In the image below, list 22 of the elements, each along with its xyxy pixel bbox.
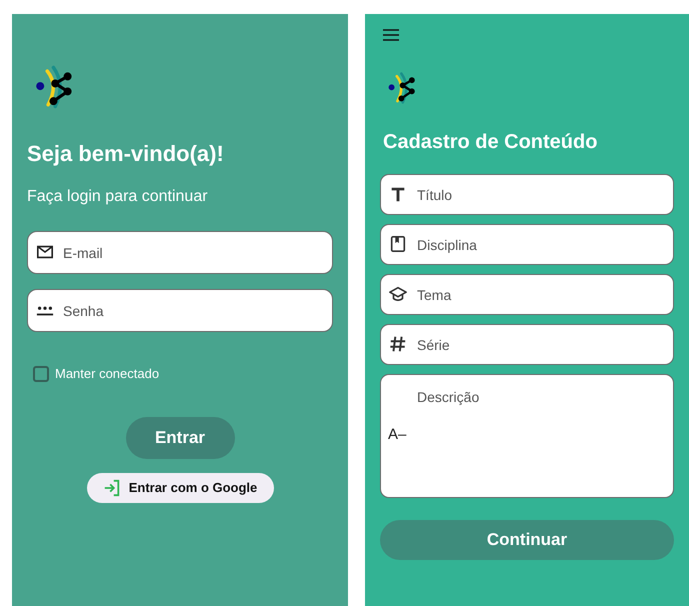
welcome-heading: Seja bem-vindo(a)!: [27, 140, 225, 168]
page-heading: Cadastro de Conteúdo: [383, 130, 598, 155]
remember-checkbox[interactable]: [33, 366, 49, 382]
mail-icon: [36, 243, 54, 261]
graduation-cap-icon: [389, 285, 407, 303]
remember-label: Manter conectado: [55, 365, 160, 383]
hash-icon: [389, 335, 407, 353]
login-subtitle: Faça login para continuar: [27, 187, 209, 207]
text-field[interactable]: Título: [380, 174, 674, 215]
sign-in-icon: [102, 478, 121, 496]
email-field[interactable]: E-mail: [27, 231, 333, 274]
text-size-icon: A–: [388, 424, 406, 446]
book-icon: [389, 235, 407, 253]
continue-button[interactable]: Continuar: [380, 520, 674, 560]
password-field[interactable]: Senha: [27, 289, 333, 332]
text-icon: [389, 185, 407, 203]
login-button[interactable]: Entrar: [126, 416, 234, 458]
google-login-button[interactable]: Entrar com o Google: [86, 472, 274, 502]
menu-icon[interactable]: [383, 29, 399, 41]
text-field[interactable]: Série: [380, 324, 674, 365]
text-field[interactable]: Disciplina: [380, 224, 674, 265]
text-field[interactable]: Tema: [380, 274, 674, 315]
